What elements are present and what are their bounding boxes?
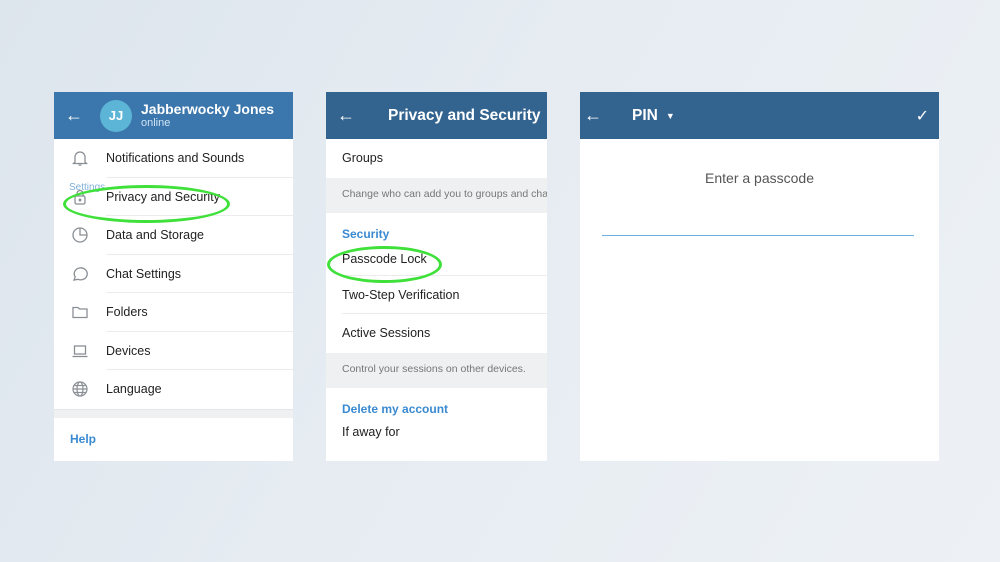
passcode-input[interactable] <box>602 212 914 236</box>
globe-icon <box>54 380 106 398</box>
caret-down-icon: ▼ <box>665 110 675 121</box>
lock-icon <box>54 188 106 206</box>
back-button[interactable]: ← <box>580 92 606 139</box>
folder-icon <box>54 303 106 321</box>
groups-label: Groups <box>342 151 383 166</box>
passcode-type-label: PIN <box>632 106 658 124</box>
two-step-verification-item[interactable]: Two-Step Verification <box>326 276 547 314</box>
user-name: Jabberwocky Jones <box>141 101 275 118</box>
active-sessions-label: Active Sessions <box>342 326 431 341</box>
groups-item[interactable]: Groups <box>326 139 547 178</box>
section-divider <box>54 408 293 418</box>
passcode-type-dropdown[interactable]: PIN ▼ <box>632 107 675 125</box>
delete-account-section-header: Delete my account <box>342 401 449 416</box>
privacy-list: Groups Change who can add you to groups … <box>326 139 547 447</box>
page-title: Privacy and Security <box>388 106 541 124</box>
settings-menu: Notifications and Sounds Privacy and Sec… <box>54 139 293 460</box>
user-status: online <box>141 117 171 130</box>
settings-item-devices[interactable]: Devices <box>54 332 293 370</box>
groups-hint: Change who can add you to groups and cha <box>326 177 547 213</box>
settings-item-label: Devices <box>106 343 151 358</box>
settings-panel: Settings ← JJ Jabberwocky Jones online N… <box>54 92 293 461</box>
settings-item-label: Notifications and Sounds <box>106 151 245 166</box>
arrow-left-icon: ← <box>337 105 355 125</box>
avatar[interactable]: JJ <box>100 99 132 132</box>
checkmark-icon: ✓ <box>915 107 929 125</box>
settings-item-label: Folders <box>106 305 148 320</box>
active-sessions-item[interactable]: Active Sessions <box>326 314 547 353</box>
settings-item-label: Privacy and Security <box>106 189 220 204</box>
bell-icon <box>54 149 106 167</box>
chat-bubble-icon <box>54 265 106 283</box>
help-section-header[interactable]: Help <box>54 418 293 460</box>
settings-item-language[interactable]: Language <box>54 370 293 409</box>
confirm-button[interactable]: ✓ <box>916 106 929 126</box>
settings-item-label: Data and Storage <box>106 228 204 243</box>
back-button[interactable]: ← <box>54 92 94 139</box>
pin-panel: ← PIN ▼ ✓ Enter a passcode <box>580 92 939 461</box>
settings-item-data[interactable]: Data and Storage <box>54 216 293 255</box>
settings-item-folders[interactable]: Folders <box>54 293 293 332</box>
arrow-left-icon: ← <box>584 105 602 125</box>
settings-item-chat[interactable]: Chat Settings <box>54 255 293 293</box>
arrow-left-icon: ← <box>65 105 83 125</box>
passcode-lock-label: Passcode Lock <box>342 251 427 266</box>
passcode-prompt: Enter a passcode <box>705 170 814 186</box>
if-away-for-label: If away for <box>342 424 400 439</box>
security-section-header: Security <box>342 226 390 241</box>
pin-header: ← PIN ▼ ✓ <box>580 92 939 139</box>
pie-chart-icon <box>54 226 106 244</box>
settings-item-label: Chat Settings <box>106 266 182 281</box>
two-step-label: Two-Step Verification <box>342 287 460 302</box>
passcode-lock-item[interactable]: Passcode Lock <box>326 242 547 276</box>
privacy-header: ← Privacy and Security <box>326 92 547 139</box>
settings-header: ← JJ Jabberwocky Jones online <box>54 92 293 139</box>
settings-item-notifications[interactable]: Notifications and Sounds <box>54 139 293 178</box>
sessions-hint: Control your sessions on other devices. <box>326 352 547 388</box>
if-away-for-item[interactable]: If away for <box>326 417 547 447</box>
settings-item-label: Language <box>106 382 162 397</box>
laptop-icon <box>54 342 106 360</box>
back-button[interactable]: ← <box>326 92 366 139</box>
privacy-security-panel: ← Privacy and Security Groups Change who… <box>326 92 547 461</box>
settings-item-privacy[interactable]: Privacy and Security <box>54 178 293 216</box>
